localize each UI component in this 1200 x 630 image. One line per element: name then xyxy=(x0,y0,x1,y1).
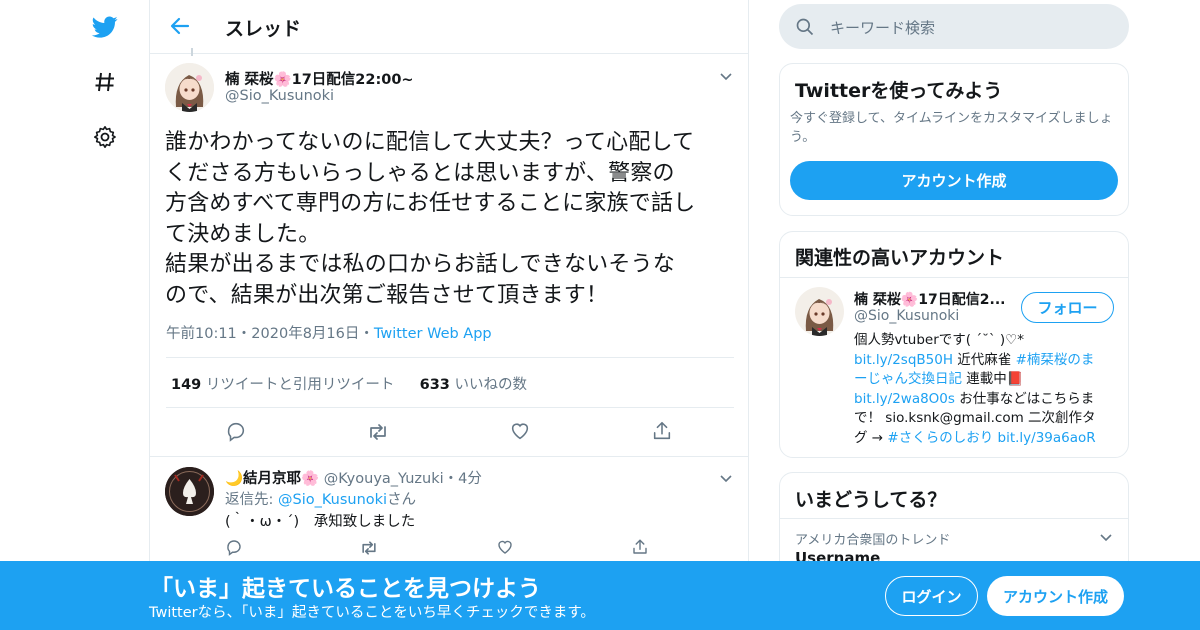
avatar[interactable] xyxy=(165,63,214,112)
divider xyxy=(166,407,734,408)
retweet-icon[interactable] xyxy=(359,538,383,562)
trend-location: アメリカ合衆国のトレンド xyxy=(795,533,951,548)
tweet-time[interactable]: 午前10:11・2020年8月16日・ xyxy=(166,326,374,342)
related-accounts-card: 関連性の高いアカウント 楠 栞桜🌸17日配信2... @Sio_Kusunoki… xyxy=(779,231,1129,458)
related-card-title: 関連性の高いアカウント xyxy=(795,247,1005,269)
bio-line: グ → #さくらのしおり bit.ly/39a6aoR xyxy=(854,429,1126,449)
likes-label: いいねの数 xyxy=(454,377,528,393)
bio-line: 個人勢vtuberです( ´˘` )♡* xyxy=(854,332,1024,348)
page-title: スレッド xyxy=(225,18,302,40)
signup-card-body: 今すぐ登録して、タイムラインをカスタマイズしましょう。 xyxy=(790,111,1113,145)
bio-line: で！ sio.ksnk@gmail.com 二次創作タ xyxy=(854,410,1096,427)
avatar[interactable] xyxy=(795,287,844,336)
bio-line: bit.ly/2sqB50H 近代麻雀 #楠栞桜のま xyxy=(854,351,1126,371)
thread-column: スレッド 楠 栞桜🌸17日配信22:00~ @Sio_Kusunoki 誰かわか… xyxy=(149,0,749,630)
bottom-subtext: Twitterなら、「いま」起きていることをいち早くチェックできます。 xyxy=(149,605,595,621)
reply-to-suffix: さん xyxy=(387,492,417,508)
chevron-down-icon[interactable] xyxy=(1098,529,1114,545)
login-button[interactable]: ログイン xyxy=(885,576,978,616)
reply-time[interactable]: ・4分 xyxy=(444,471,482,487)
retweets-label: リツイートと引用リツイート xyxy=(205,377,395,393)
thread-header: スレッド xyxy=(150,0,748,54)
tweet-text: 誰かわかってないのに配信して大丈夫？って心配して くださる方もいらっしゃるとは思… xyxy=(165,130,696,308)
reply-icon[interactable] xyxy=(225,538,249,562)
share-icon[interactable] xyxy=(631,538,655,562)
likes-stat[interactable]: 633 いいねの数 xyxy=(420,377,527,393)
retweets-count: 149 xyxy=(171,377,202,393)
related-account-name[interactable]: 楠 栞桜🌸17日配信2... xyxy=(854,289,1005,309)
author-name[interactable]: 楠 栞桜🌸17日配信22:00~ xyxy=(225,68,414,89)
retweets-stat[interactable]: 149 リツイートと引用リツイート xyxy=(171,377,394,393)
bio-text: お仕事などはこちらま xyxy=(954,390,1095,407)
bio-link[interactable]: bit.ly/2wa8O0s xyxy=(854,391,955,407)
like-heart-icon[interactable] xyxy=(496,538,520,562)
related-account-handle[interactable]: @Sio_Kusunoki xyxy=(854,308,959,324)
bio-hashtag[interactable]: #さくらのしおり xyxy=(887,430,993,446)
related-account-bio: 個人勢vtuberです( ´˘` )♡* bit.ly/2sqB50H 近代麻雀… xyxy=(854,331,1126,449)
divider xyxy=(150,456,748,457)
back-arrow-icon[interactable] xyxy=(168,14,192,38)
explore-hashtag-icon[interactable] xyxy=(90,67,120,97)
signup-button[interactable]: アカウント作成 xyxy=(987,576,1124,616)
tweet-timestamp-row: 午前10:11・2020年8月16日・Twitter Web App xyxy=(166,322,492,343)
reply-author-name[interactable]: 🌙結月京耶🌸 xyxy=(225,471,319,487)
settings-gear-icon[interactable] xyxy=(90,122,120,152)
bio-link[interactable]: bit.ly/2sqB50H xyxy=(854,352,953,368)
bio-hashtag[interactable]: ーじゃん交換日記 xyxy=(854,371,962,387)
divider xyxy=(780,277,1128,278)
search-input[interactable]: キーワード検索 xyxy=(830,17,935,38)
bio-text: グ → xyxy=(854,429,888,446)
bottom-headline: 「いま」起きていることを見つけよう xyxy=(150,576,541,602)
chevron-down-icon[interactable] xyxy=(718,68,734,84)
like-heart-icon[interactable] xyxy=(509,420,533,444)
author-handle[interactable]: @Sio_Kusunoki xyxy=(225,88,334,104)
bio-line: ーじゃん交換日記 連載中📕 xyxy=(854,370,1126,390)
reply-author-handle[interactable]: @Kyouya_Yuzuki xyxy=(324,471,444,487)
reply-icon[interactable] xyxy=(225,420,249,444)
thread-connector-line xyxy=(191,48,193,56)
reply-header: 🌙結月京耶🌸 @Kyouya_Yuzuki・4分 xyxy=(225,467,482,488)
bio-hashtag[interactable]: #楠栞桜のま xyxy=(1016,352,1095,368)
follow-button[interactable]: フォロー xyxy=(1021,292,1114,323)
retweet-icon[interactable] xyxy=(366,420,390,444)
reply-to-line: 返信先: @Sio_Kusunokiさん xyxy=(225,488,416,509)
reply-text: (｀・ω・´) 承知致しました xyxy=(225,514,416,530)
bio-link[interactable]: bit.ly/39a6aoR xyxy=(993,430,1096,446)
trends-title: いまどうしてる？ xyxy=(795,489,947,511)
signup-card: Twitterを使ってみよう 今すぐ登録して、タイムラインをカスタマイズしましょ… xyxy=(779,63,1129,216)
bio-text: 連載中📕 xyxy=(962,371,1024,388)
tweet-stats: 149 リツイートと引用リツイート 633 いいねの数 xyxy=(171,373,527,394)
reply-to-prefix: 返信先: xyxy=(225,492,278,508)
bio-text: 近代麻雀 xyxy=(952,351,1016,368)
chevron-down-icon[interactable] xyxy=(718,470,734,486)
reply-to-handle[interactable]: @Sio_Kusunoki xyxy=(278,492,387,508)
signup-card-title: Twitterを使ってみよう xyxy=(795,80,1003,102)
twitter-logo-icon[interactable] xyxy=(90,12,120,42)
search-icon xyxy=(795,17,815,41)
search-bar[interactable]: キーワード検索 xyxy=(779,4,1129,49)
share-icon[interactable] xyxy=(651,420,675,444)
signup-prompt-bar: 「いま」起きていることを見つけよう Twitterなら、「いま」起きていることを… xyxy=(0,561,1200,630)
likes-count: 633 xyxy=(419,377,450,393)
avatar[interactable] xyxy=(165,467,214,516)
bio-line: bit.ly/2wa8O0s お仕事などはこちらま xyxy=(854,390,1126,410)
create-account-button[interactable]: アカウント作成 xyxy=(790,161,1118,200)
divider xyxy=(780,518,1128,519)
tweet-source-link[interactable]: Twitter Web App xyxy=(374,326,492,342)
divider xyxy=(166,357,734,358)
